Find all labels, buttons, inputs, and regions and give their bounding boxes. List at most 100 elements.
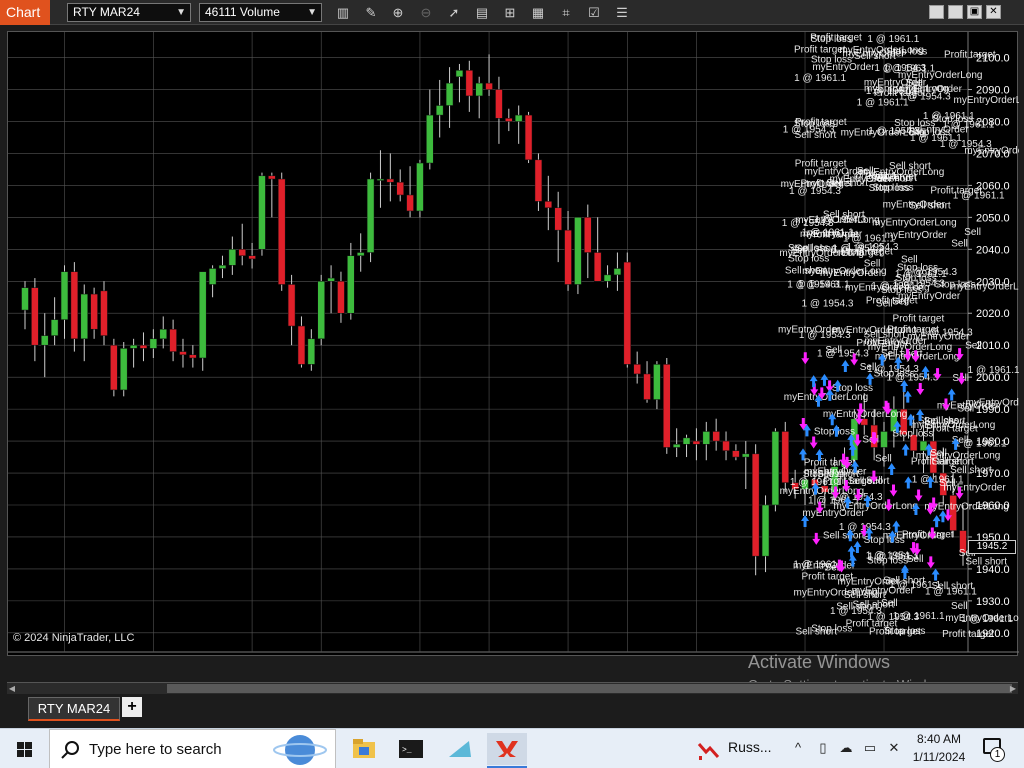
order-annotation-label: 1 @ 1961.1 [968,365,1019,376]
candle-body [544,201,553,209]
start-button[interactable] [0,729,48,768]
candle-body [179,351,187,356]
indicators-icon[interactable]: ▦ [529,4,547,21]
device-icon[interactable]: ▯ [815,740,831,756]
chart-tab-bar: RTY MAR24 + [0,694,1024,726]
speaker-muted-icon[interactable]: ✕ [886,740,902,756]
strategies-icon[interactable]: ⌗ [557,4,575,21]
buy-arrow-icon [901,443,910,456]
order-annotation-label: Stop loss [918,416,959,427]
candle-body [208,268,217,285]
draw-pencil-icon[interactable]: ✎ [362,4,380,21]
scroll-right-icon[interactable]: ▶ [1008,683,1018,694]
candle-body [307,338,316,365]
ninjatrader-chart-window: Chart RTY MAR24 ▼ 46111 Volume ▼ ▥ ✎ ⊕ ⊖… [0,0,1024,768]
sell-arrow-icon [801,352,810,365]
horizontal-scrollbar[interactable]: ◀ ▶ [7,682,1018,694]
candle-body [751,453,760,557]
order-annotation-label: 1 @ 1954.3 [802,299,854,310]
taskbar-search-box[interactable]: Type here to search [49,729,336,768]
y-tick-label: 2040.0 [976,244,1010,256]
chart-panel[interactable]: 2100.0 2090.0 2080.0 2070.0 2060.0 2050.0 2040… [7,31,1019,657]
tab-rty-mar24[interactable]: RTY MAR24 [28,697,120,721]
candle-body [129,344,138,349]
candle-body [653,364,661,400]
instrument-selector[interactable]: RTY MAR24 ▼ [67,3,191,22]
y-tick-label: 1930.0 [976,596,1010,608]
clock-date[interactable]: 1/11/2024 [908,750,970,764]
candle-body [524,114,533,161]
candle-body [337,281,345,314]
minimize-icon[interactable] [929,5,944,19]
candle-body [445,82,454,106]
candle-body [465,70,474,97]
app-icon[interactable] [439,733,479,765]
buy-arrow-icon [847,545,856,558]
maximize-icon[interactable]: ▣ [967,5,982,19]
order-annotation-label: Stop loss [935,279,976,290]
scrollbar-thumb[interactable] [167,684,1012,693]
add-tab-button[interactable]: + [122,697,142,717]
order-annotation-label: Profit target [893,313,945,324]
clock-time[interactable]: 8:40 AM [913,732,965,746]
terminal-icon[interactable]: >_ [391,733,431,765]
bar-type-icon[interactable]: ▥ [334,4,352,21]
order-annotation-label: Sell [881,598,898,609]
interval-selector[interactable]: 46111 Volume ▼ [199,3,322,22]
restore-icon[interactable] [948,5,963,19]
search-highlight-icon [273,735,327,765]
candle-body [505,118,513,122]
price-chart[interactable]: 2100.02090.02080.02070.02060.02050.02040… [8,32,1019,657]
candle-body [90,293,98,330]
candle-body [435,105,444,116]
close-icon[interactable]: ✕ [986,5,1001,19]
candle-body [761,504,770,557]
candle-body [347,255,355,314]
ninjatrader-icon[interactable] [487,733,527,765]
candle-body [376,178,385,181]
more-icon[interactable]: ☰ [613,4,631,21]
candle-body [268,175,276,180]
order-annotation-label: Profit target [942,629,994,640]
candle-body [702,431,710,445]
candle-body [475,82,483,97]
network-cloud-icon[interactable]: ☁ [838,740,854,756]
chart-style-icon[interactable]: ⊞ [501,4,519,21]
buy-arrow-icon [931,568,940,581]
order-annotation-label: Stop loss [811,34,852,45]
buy-arrow-icon [820,373,829,386]
order-annotation-label: myEntryOrder [802,508,865,519]
news-ticker[interactable]: Russ... [728,739,772,755]
candle-body [643,373,651,400]
stock-down-icon[interactable] [697,738,721,762]
order-annotation-label: 1 @ 1954.3 [887,372,939,383]
data-box-icon[interactable]: ▤ [473,4,491,21]
candle-body [663,364,671,448]
order-annotation-label: Sell short [795,130,837,141]
order-annotation-label: Stop loss [788,253,829,264]
order-annotation-label: Stop loss [794,118,835,129]
pointer-icon[interactable]: ➚ [445,4,463,21]
scroll-left-icon[interactable]: ◀ [7,683,17,694]
candle-body [682,437,691,445]
file-explorer-icon[interactable] [343,733,383,765]
order-annotation-label: Sell [876,298,893,309]
windows-taskbar: Type here to search >_ Russ... ^ ▯ ☁ ▭ ✕… [0,728,1024,768]
candle-body [564,229,572,285]
candle-body [31,287,39,346]
order-annotation-label: Stop loss [932,114,973,125]
properties-icon[interactable]: ☑ [585,4,603,21]
order-annotation-label: 1 @ 1961.1 [867,34,919,45]
network-icon[interactable]: ▭ [862,740,878,756]
chevron-up-icon[interactable]: ^ [790,740,806,756]
candle-body [485,82,493,90]
zoom-out-icon[interactable]: ⊖ [417,4,435,21]
candle-body [50,319,59,336]
candle-body [593,252,602,282]
zoom-in-icon[interactable]: ⊕ [389,4,407,21]
order-annotation-label: Profit target [795,158,847,169]
order-annotation-label: Sell short [795,626,837,637]
order-annotation-label: Sell [875,454,892,465]
order-annotation-label: myEntryOrder [943,483,1006,494]
candle-body [416,162,424,212]
